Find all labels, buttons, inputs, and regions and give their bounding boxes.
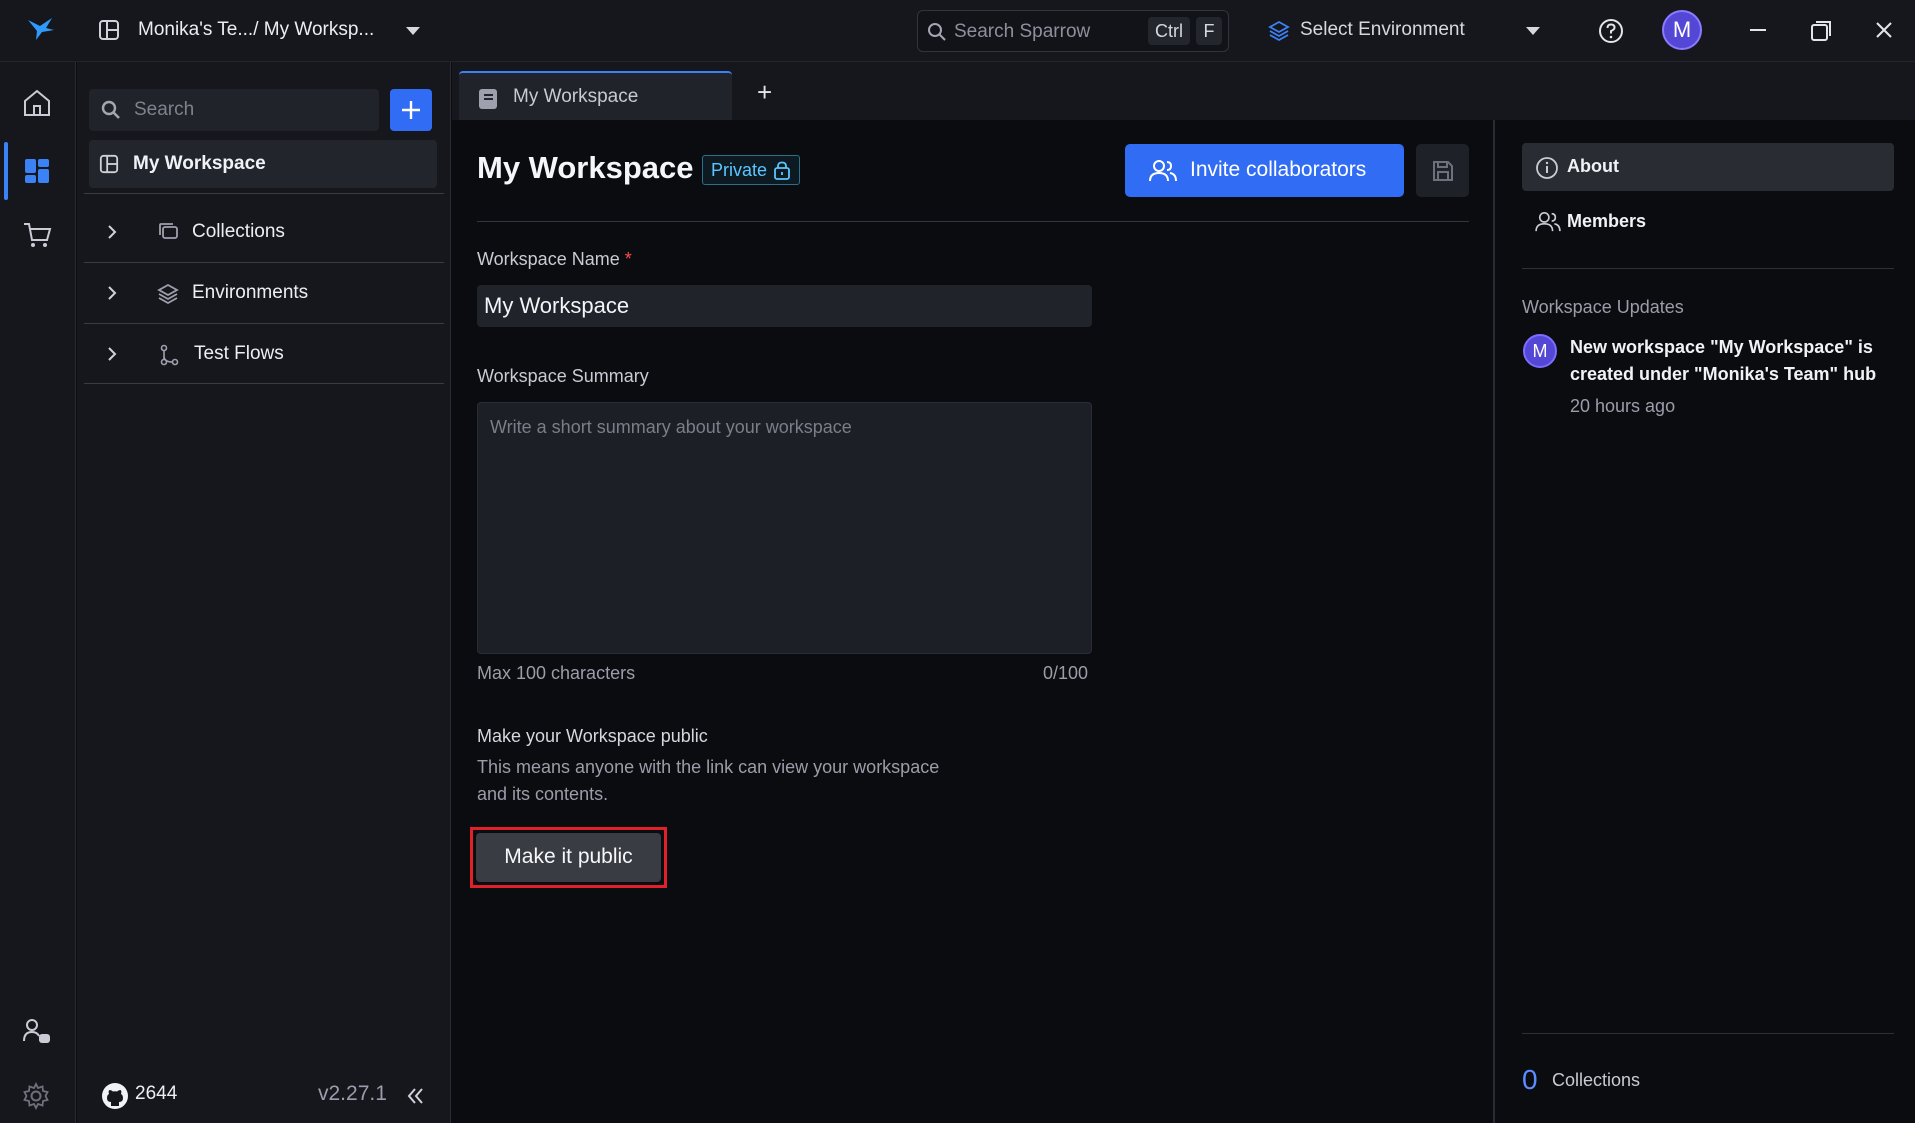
global-search-input[interactable]: Search Sparrow Ctrl F — [917, 10, 1229, 52]
community-support-icon[interactable] — [22, 1017, 52, 1047]
members-tab[interactable]: Members — [1522, 198, 1894, 246]
tab-bar: My Workspace + — [452, 62, 1915, 120]
environments-icon — [157, 283, 179, 305]
about-tab[interactable]: About — [1522, 143, 1894, 191]
sidebar-item-test-flows[interactable]: Test Flows — [84, 324, 444, 384]
workspace-name-label: Workspace Name * — [477, 249, 632, 270]
test-flows-icon — [159, 344, 179, 366]
add-button[interactable] — [390, 89, 432, 131]
collapse-sidebar-icon[interactable] — [406, 1087, 426, 1105]
shortcut-f-key: F — [1196, 17, 1222, 45]
divider — [1522, 1033, 1894, 1034]
shortcut-ctrl-key: Ctrl — [1148, 17, 1190, 45]
make-it-public-label: Make it public — [504, 845, 633, 868]
make-public-description-line: and its contents. — [477, 784, 609, 804]
environment-layers-icon — [1268, 20, 1290, 42]
user-avatar[interactable]: M — [1662, 10, 1702, 50]
required-marker: * — [624, 249, 632, 269]
sidebar-search-placeholder: Search — [134, 99, 195, 120]
sidebar-item-label: Test Flows — [194, 343, 284, 364]
settings-gear-icon[interactable] — [22, 1082, 50, 1110]
workspace-updates-heading: Workspace Updates — [1522, 297, 1684, 317]
members-icon — [1535, 211, 1561, 233]
divider — [1522, 268, 1894, 269]
workspace-name-label-text: Workspace Name — [477, 249, 620, 269]
workspace-icon — [98, 19, 120, 41]
save-icon — [1432, 160, 1454, 182]
sidebar: Search My Workspace Collections Environm… — [77, 62, 451, 1123]
divider — [84, 383, 444, 384]
home-icon[interactable] — [22, 88, 52, 118]
environment-selector[interactable]: Select Environment — [1300, 19, 1465, 41]
workspace-icon — [99, 154, 119, 174]
update-timestamp: 20 hours ago — [1570, 396, 1676, 416]
invite-button-label: Invite collaborators — [1190, 158, 1367, 181]
collections-icon — [157, 222, 179, 242]
plus-icon — [402, 101, 420, 119]
minimize-icon[interactable] — [1748, 20, 1768, 40]
maximize-icon[interactable] — [1810, 20, 1832, 42]
chevron-right-icon[interactable] — [106, 224, 118, 240]
new-tab-button[interactable]: + — [757, 77, 772, 108]
about-label: About — [1567, 156, 1619, 176]
max-characters-hint: Max 100 characters — [477, 663, 636, 683]
save-button[interactable] — [1416, 144, 1469, 197]
workspace-switcher[interactable]: Monika's Te.../ My Worksp... — [138, 19, 374, 41]
update-message: New workspace "My Workspace" is created … — [1570, 337, 1877, 384]
make-it-public-button[interactable]: Make it public — [476, 833, 661, 882]
app-version: v2.27.1 — [318, 1082, 387, 1105]
tab-my-workspace[interactable]: My Workspace — [459, 71, 732, 120]
visibility-badge-label: Private — [711, 160, 768, 180]
left-rail — [0, 62, 76, 1123]
workspace-name-input[interactable] — [477, 285, 1092, 327]
sidebar-search-input[interactable]: Search — [89, 89, 379, 131]
users-icon — [1149, 159, 1177, 183]
workspace-summary-textarea[interactable] — [477, 402, 1092, 654]
members-label: Members — [1567, 211, 1647, 231]
sidebar-item-label: Collections — [192, 221, 285, 242]
github-stars-count: 2644 — [135, 1083, 178, 1104]
tab-label: My Workspace — [513, 86, 639, 107]
workspace-summary-label: Workspace Summary — [477, 366, 649, 386]
sidebar-item-label: Environments — [192, 282, 309, 303]
chevron-right-icon[interactable] — [106, 285, 118, 301]
update-avatar: M — [1523, 334, 1557, 368]
search-icon — [927, 22, 947, 42]
sidebar-workspace-label: My Workspace — [133, 153, 266, 174]
make-public-description-line: This means anyone with the link can view… — [477, 757, 940, 777]
make-public-heading: Make your Workspace public — [477, 726, 708, 746]
chevron-down-icon[interactable] — [1525, 26, 1541, 36]
divider — [477, 221, 1469, 222]
close-icon[interactable] — [1874, 20, 1894, 40]
sidebar-item-environments[interactable]: Environments — [84, 263, 444, 323]
invite-collaborators-button[interactable]: Invite collaborators — [1125, 144, 1404, 197]
info-icon — [1535, 156, 1559, 180]
rail-active-indicator — [4, 142, 8, 200]
sidebar-item-collections[interactable]: Collections — [84, 202, 444, 262]
page-title: My Workspace — [477, 150, 694, 185]
github-icon[interactable] — [101, 1082, 129, 1110]
collections-count: 0 — [1522, 1064, 1538, 1095]
help-icon[interactable] — [1598, 18, 1624, 44]
character-count: 0/100 — [1043, 663, 1089, 683]
top-bar: Monika's Te.../ My Worksp... Search Spar… — [0, 0, 1915, 62]
workspace-book-icon — [477, 87, 499, 111]
collections-count-label: Collections — [1552, 1070, 1641, 1090]
make-public-description: This means anyone with the link can view… — [477, 754, 997, 808]
chevron-right-icon[interactable] — [106, 346, 118, 362]
lock-icon — [773, 161, 791, 180]
right-panel: About Members Workspace Updates M New wo… — [1493, 120, 1915, 1123]
workspace-dashboard-icon[interactable] — [22, 156, 52, 186]
visibility-badge: Private — [702, 155, 801, 185]
sparrow-logo-icon[interactable] — [26, 16, 56, 42]
divider — [84, 193, 444, 194]
chevron-down-icon[interactable] — [405, 26, 421, 36]
search-placeholder: Search Sparrow — [954, 21, 1091, 42]
search-icon — [101, 100, 121, 120]
marketplace-cart-icon[interactable] — [22, 220, 52, 250]
sidebar-item-my-workspace[interactable]: My Workspace — [89, 140, 437, 188]
